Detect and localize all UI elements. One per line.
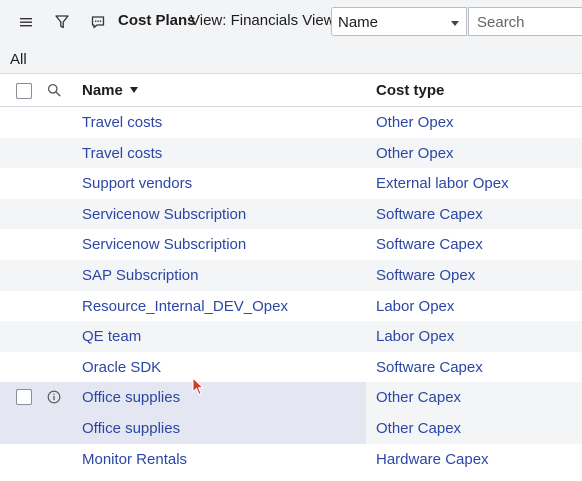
column-header-cost-type[interactable]: Cost type xyxy=(376,82,444,99)
row-cost-type-link[interactable]: Other Opex xyxy=(376,145,454,162)
row-cost-type-link[interactable]: Hardware Capex xyxy=(376,451,489,468)
row-name-link[interactable]: Servicenow Subscription xyxy=(82,236,246,253)
row-cost-type-link[interactable]: Other Opex xyxy=(376,114,454,131)
table-row[interactable]: Servicenow Subscription Software Capex xyxy=(0,198,582,230)
mouse-cursor-icon xyxy=(192,376,205,397)
row-name-link[interactable]: Oracle SDK xyxy=(82,359,161,376)
chat-icon[interactable] xyxy=(87,11,109,33)
column-header-name-label: Name xyxy=(82,82,123,99)
table-row[interactable]: Resource_Internal_DEV_Opex Labor Opex xyxy=(0,291,582,322)
row-cost-type-link[interactable]: Labor Opex xyxy=(376,298,454,315)
table-row[interactable]: QE team Labor Opex xyxy=(0,321,582,352)
row-cost-type-link[interactable]: Software Capex xyxy=(376,236,483,253)
row-name-link[interactable]: Office supplies xyxy=(82,389,180,406)
search-icon[interactable] xyxy=(47,83,61,97)
row-cost-type-link[interactable]: Other Capex xyxy=(376,420,461,437)
row-cost-type-link[interactable]: Software Opex xyxy=(376,267,475,284)
table-row[interactable]: Office supplies Other Capex xyxy=(0,412,582,444)
row-cost-type-link[interactable]: Software Capex xyxy=(376,206,483,223)
search-field-select-value: Name xyxy=(338,14,379,31)
table-row[interactable]: Travel costs Other Opex xyxy=(0,107,582,138)
breadcrumb-all[interactable]: All xyxy=(10,51,27,68)
table-body: Travel costs Other Opex Travel costs Oth… xyxy=(0,107,582,474)
search-field-select[interactable]: Name xyxy=(331,7,467,36)
table-row[interactable]: Oracle SDK Software Capex xyxy=(0,352,582,383)
row-name-link[interactable]: Travel costs xyxy=(82,145,162,162)
info-icon[interactable] xyxy=(47,390,61,404)
table-row[interactable]: SAP Subscription Software Opex xyxy=(0,259,582,291)
search-box[interactable] xyxy=(468,7,582,36)
table-row[interactable]: Office supplies Other Capex xyxy=(0,382,582,413)
column-header-cost-type-label: Cost type xyxy=(376,82,445,99)
table-row[interactable]: Travel costs Other Opex xyxy=(0,137,582,169)
table-row[interactable]: Servicenow Subscription Software Capex xyxy=(0,229,582,260)
row-checkbox[interactable] xyxy=(16,389,32,406)
row-name-link[interactable]: Servicenow Subscription xyxy=(82,206,246,223)
filter-icon[interactable] xyxy=(51,11,73,33)
select-all-checkbox[interactable] xyxy=(16,83,32,99)
row-name-link[interactable]: Monitor Rentals xyxy=(82,451,187,468)
row-cost-type-link[interactable]: Software Capex xyxy=(376,359,483,376)
row-name-link[interactable]: Support vendors xyxy=(82,175,192,192)
page-title: Cost Plans xyxy=(118,12,196,29)
column-header-name[interactable]: Name xyxy=(82,82,138,99)
breadcrumb: All xyxy=(0,45,582,74)
row-name-link[interactable]: QE team xyxy=(82,328,141,345)
view-label: View: Financials View xyxy=(190,12,335,29)
hamburger-menu-icon[interactable] xyxy=(15,11,37,33)
column-header-row: Name Cost type xyxy=(0,74,582,107)
row-name-link[interactable]: Resource_Internal_DEV_Opex xyxy=(82,298,288,315)
row-cost-type-link[interactable]: External labor Opex xyxy=(376,175,509,192)
search-input[interactable] xyxy=(475,13,579,32)
table-row[interactable]: Monitor Rentals Hardware Capex xyxy=(0,444,582,475)
list-header: Cost Plans View: Financials View Name xyxy=(0,0,582,45)
row-name-link[interactable]: Travel costs xyxy=(82,114,162,131)
sort-descending-icon[interactable] xyxy=(129,87,138,93)
row-cost-type-link[interactable]: Other Capex xyxy=(376,389,461,406)
table-row[interactable]: Support vendors External labor Opex xyxy=(0,168,582,199)
row-cost-type-link[interactable]: Labor Opex xyxy=(376,328,454,345)
row-name-link[interactable]: Office supplies xyxy=(82,420,180,437)
row-hover-highlight xyxy=(0,412,366,444)
row-name-link[interactable]: SAP Subscription xyxy=(82,267,198,284)
chevron-down-icon xyxy=(451,21,459,26)
